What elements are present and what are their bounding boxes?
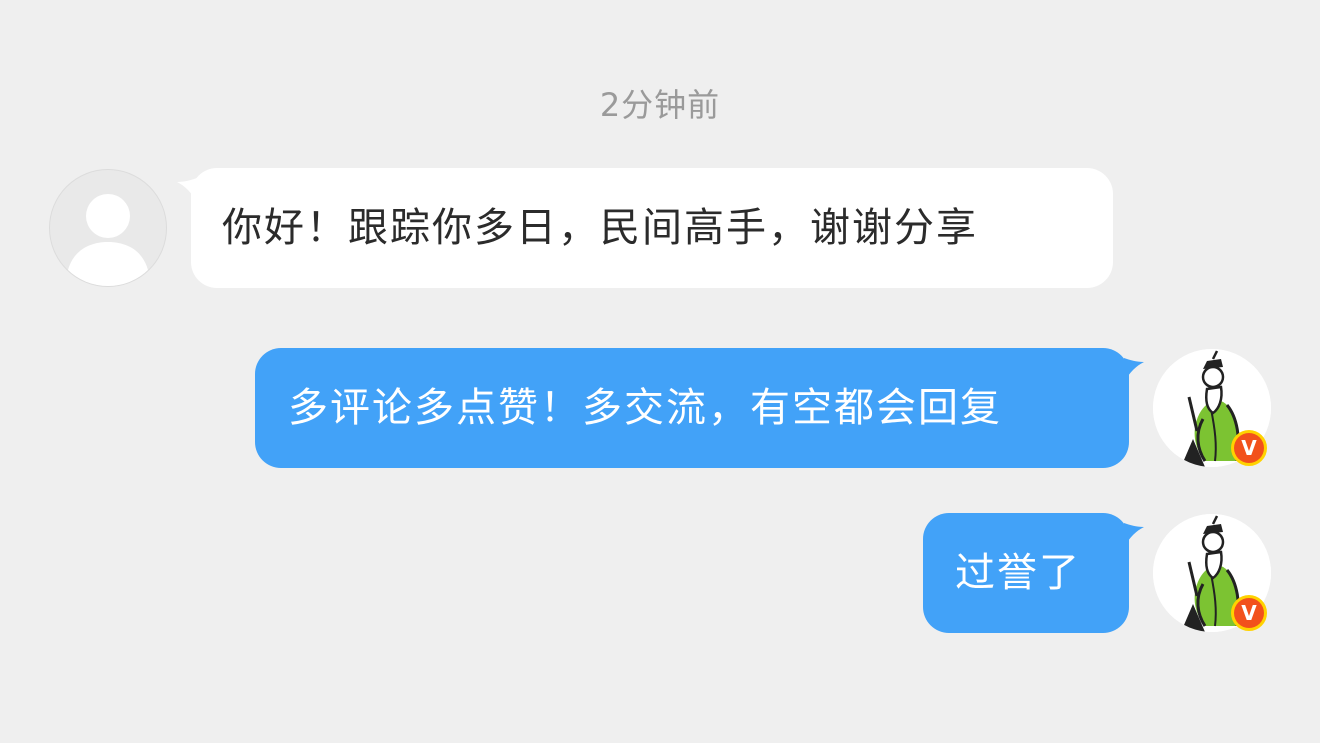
verified-badge-label: V — [1234, 433, 1264, 463]
message-bubble-incoming[interactable]: 你好！跟踪你多日，民间高手，谢谢分享 — [191, 168, 1113, 288]
message-text: 多评论多点赞！多交流，有空都会回复 — [288, 385, 1002, 431]
outgoing-bubble-tail — [1124, 523, 1144, 547]
verified-badge-icon: V — [1231, 430, 1267, 466]
message-text: 你好！跟踪你多日，民间高手，谢谢分享 — [222, 205, 978, 251]
default-user-icon — [66, 194, 150, 286]
verified-badge-label: V — [1234, 598, 1264, 628]
message-bubble-outgoing[interactable]: 多评论多点赞！多交流，有空都会回复 — [255, 348, 1129, 468]
verified-badge-icon: V — [1231, 595, 1267, 631]
message-bubble-outgoing[interactable]: 过誉了 — [923, 513, 1129, 633]
message-text: 过誉了 — [955, 550, 1081, 596]
sender-avatar[interactable] — [49, 169, 167, 287]
outgoing-bubble-tail — [1124, 358, 1144, 382]
message-timestamp: 2分钟前 — [599, 86, 721, 124]
